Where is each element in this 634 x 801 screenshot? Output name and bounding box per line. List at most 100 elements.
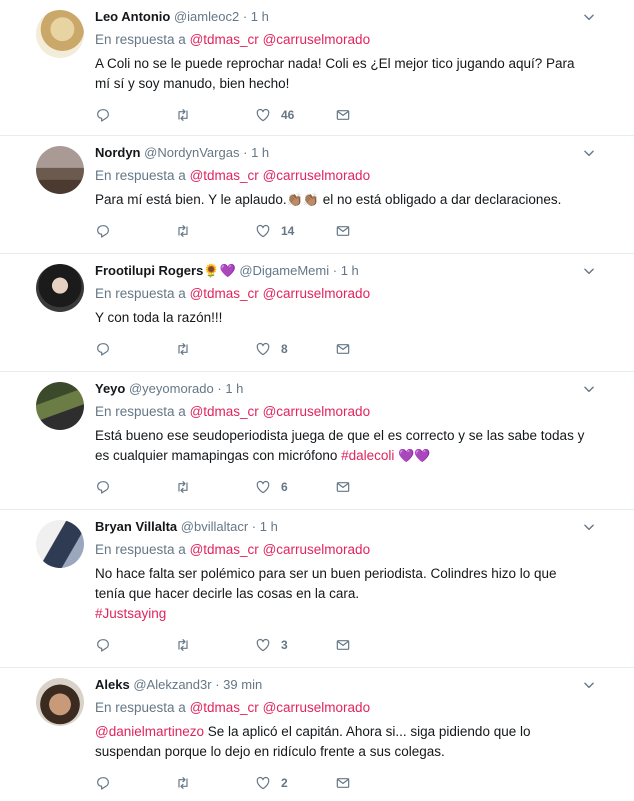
author-handle[interactable]: @NordynVargas <box>144 145 239 160</box>
like-button[interactable]: 8 <box>255 341 335 357</box>
avatar[interactable] <box>36 10 84 58</box>
like-button[interactable]: 2 <box>255 775 335 791</box>
reply-prefix: En respuesta a <box>95 700 186 715</box>
direct-message-button[interactable] <box>335 341 415 357</box>
chevron-down-icon[interactable] <box>582 678 596 692</box>
direct-message-button[interactable] <box>335 775 415 791</box>
chevron-down-icon[interactable] <box>582 10 596 24</box>
chevron-down-icon[interactable] <box>582 146 596 160</box>
author-name[interactable]: Frootilupi Rogers <box>95 263 203 278</box>
like-button[interactable]: 46 <box>255 107 335 123</box>
mention-link[interactable]: @tdmas_cr <box>190 32 259 47</box>
avatar[interactable] <box>36 678 84 726</box>
tweet[interactable]: Nordyn @NordynVargas · 1 h En respuesta … <box>0 136 634 254</box>
mention-link[interactable]: @carruselmorado <box>263 700 371 715</box>
mention-link[interactable]: @tdmas_cr <box>190 168 259 183</box>
tweet[interactable]: Leo Antonio @iamleoc2 · 1 h En respuesta… <box>0 0 634 136</box>
direct-message-button[interactable] <box>335 479 415 495</box>
reply-button[interactable] <box>95 479 175 495</box>
tweet[interactable]: Aleks @Alekzand3r · 39 min En respuesta … <box>0 668 634 801</box>
tweet[interactable]: Bryan Villalta @bvillaltacr · 1 h En res… <box>0 510 634 668</box>
direct-message-button[interactable] <box>335 107 415 123</box>
mention-link[interactable]: @tdmas_cr <box>190 286 259 301</box>
heart-icon <box>255 479 271 495</box>
chevron-down-icon[interactable] <box>582 520 596 534</box>
timestamp[interactable]: 1 h <box>341 263 359 278</box>
author-name[interactable]: Yeyo <box>95 381 125 396</box>
author-name[interactable]: Aleks <box>95 677 130 692</box>
avatar[interactable] <box>36 520 84 568</box>
like-count: 2 <box>281 776 288 790</box>
retweet-button[interactable] <box>175 107 255 123</box>
like-count: 14 <box>281 224 295 238</box>
separator-dot: · <box>243 145 248 160</box>
tweet-actions: 6 <box>95 472 594 502</box>
tweet[interactable]: Yeyo @yeyomorado · 1 h En respuesta a @t… <box>0 372 634 510</box>
tweet[interactable]: Frootilupi Rogers🌻💜 @DigameMemi · 1 h En… <box>0 254 634 372</box>
reply-button[interactable] <box>95 341 175 357</box>
author-name[interactable]: Bryan Villalta <box>95 519 177 534</box>
reply-button[interactable] <box>95 107 175 123</box>
timestamp[interactable]: 39 min <box>223 677 262 692</box>
reply-prefix: En respuesta a <box>95 286 186 301</box>
avatar[interactable] <box>36 382 84 430</box>
avatar[interactable] <box>36 146 84 194</box>
reply-icon <box>95 637 111 653</box>
tweet-header: Yeyo @yeyomorado · 1 h <box>95 380 594 398</box>
avatar[interactable] <box>36 264 84 312</box>
author-name[interactable]: Nordyn <box>95 145 141 160</box>
timestamp[interactable]: 1 h <box>260 519 278 534</box>
chevron-down-icon[interactable] <box>582 382 596 396</box>
tweet-text-line: No hace falta ser polémico para ser un b… <box>95 566 557 581</box>
direct-message-button[interactable] <box>335 637 415 653</box>
author-handle[interactable]: @iamleoc2 <box>174 9 239 24</box>
author-handle[interactable]: @bvillaltacr <box>181 519 248 534</box>
mention-link[interactable]: @carruselmorado <box>263 286 371 301</box>
mail-icon <box>335 479 351 495</box>
sunflower-emoji: 🌻 <box>203 263 220 278</box>
retweet-button[interactable] <box>175 223 255 239</box>
tweet-text-line: suspendan porque lo dejo en ridículo fre… <box>95 744 445 759</box>
timestamp[interactable]: 1 h <box>251 145 269 160</box>
tweet-text: A Coli no se le puede reprochar nada! Co… <box>95 54 594 94</box>
author-handle[interactable]: @Alekzand3r <box>133 677 211 692</box>
reply-button[interactable] <box>95 223 175 239</box>
timestamp[interactable]: 1 h <box>225 381 243 396</box>
author-name[interactable]: Leo Antonio <box>95 9 170 24</box>
like-button[interactable]: 3 <box>255 637 335 653</box>
hashtag-link[interactable]: #Justsaying <box>95 604 594 624</box>
mention-link[interactable]: @tdmas_cr <box>190 542 259 557</box>
timestamp[interactable]: 1 h <box>251 9 269 24</box>
reply-context: En respuesta a @tdmas_cr @carruselmorado <box>95 30 594 50</box>
mention-link[interactable]: @carruselmorado <box>263 542 371 557</box>
mention-link[interactable]: @carruselmorado <box>263 32 371 47</box>
tweet-text: Está bueno ese seudoperiodista juega de … <box>95 426 594 466</box>
direct-message-button[interactable] <box>335 223 415 239</box>
like-button[interactable]: 14 <box>255 223 335 239</box>
hashtag-link[interactable]: #dalecoli <box>341 448 394 463</box>
mention-link[interactable]: @carruselmorado <box>263 168 371 183</box>
author-handle[interactable]: @DigameMemi <box>239 263 329 278</box>
chevron-down-icon[interactable] <box>582 264 596 278</box>
reply-icon <box>95 223 111 239</box>
retweet-button[interactable] <box>175 637 255 653</box>
reply-button[interactable] <box>95 775 175 791</box>
author-handle[interactable]: @yeyomorado <box>129 381 214 396</box>
mention-link[interactable]: @danielmartinezo <box>95 724 204 739</box>
tweet-text-line: tenía que hacer decirle las cosas en la … <box>95 586 360 601</box>
purple-heart-emoji: 💜💜 <box>394 448 431 463</box>
reply-feed: Leo Antonio @iamleoc2 · 1 h En respuesta… <box>0 0 634 801</box>
reply-context: En respuesta a @tdmas_cr @carruselmorado <box>95 284 594 304</box>
mail-icon <box>335 107 351 123</box>
retweet-button[interactable] <box>175 341 255 357</box>
reply-button[interactable] <box>95 637 175 653</box>
tweet-actions: 46 <box>95 100 594 130</box>
tweet-text: Para mí está bien. Y le aplaudo.👏🏽👏🏽 el … <box>95 190 594 210</box>
mention-link[interactable]: @tdmas_cr <box>190 700 259 715</box>
mention-link[interactable]: @tdmas_cr <box>190 404 259 419</box>
separator-dot: · <box>217 381 222 396</box>
retweet-button[interactable] <box>175 775 255 791</box>
like-button[interactable]: 6 <box>255 479 335 495</box>
retweet-button[interactable] <box>175 479 255 495</box>
mention-link[interactable]: @carruselmorado <box>263 404 371 419</box>
